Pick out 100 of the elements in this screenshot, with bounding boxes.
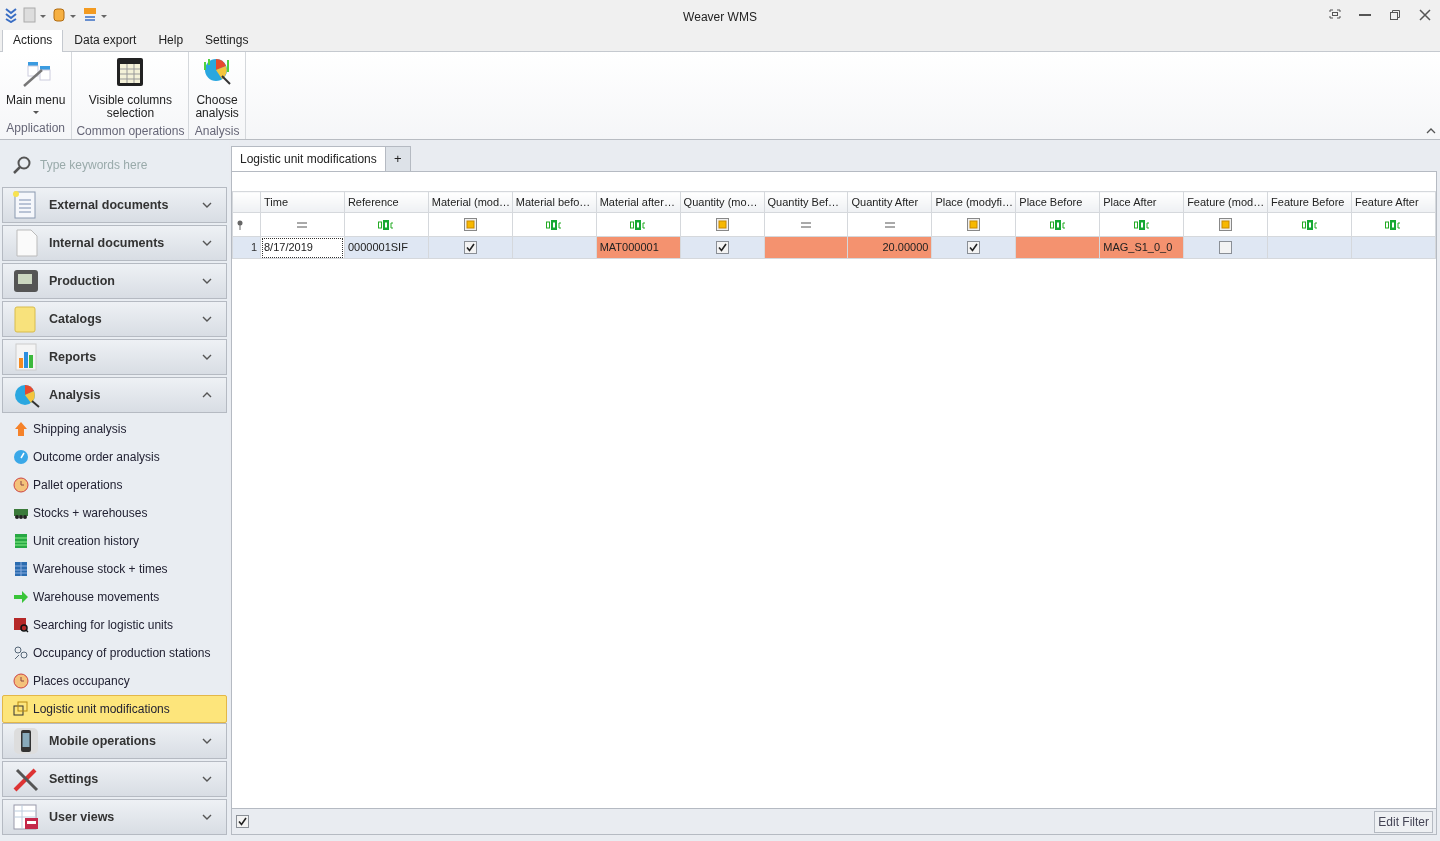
- checkbox[interactable]: [463, 241, 477, 254]
- text-filter-icon: [546, 219, 563, 230]
- minimize-icon: [1359, 14, 1371, 16]
- ribbon-group-caption: Common operations: [75, 123, 186, 140]
- filter-cell[interactable]: [931, 212, 1016, 237]
- sidebar-group-header[interactable]: External documents: [2, 187, 227, 223]
- column-header[interactable]: Material befo…: [512, 191, 597, 213]
- collapse-ribbon-icon[interactable]: [1426, 127, 1436, 135]
- sidebar-group-header[interactable]: Analysis: [2, 377, 227, 413]
- text-filter-icon: [1385, 219, 1402, 230]
- checkbox-filter-icon: [1219, 218, 1233, 231]
- gauge-icon: [13, 449, 29, 465]
- search-icon: [12, 154, 32, 175]
- equals-icon: [800, 221, 812, 228]
- ribbon-tab[interactable]: Settings: [194, 27, 260, 52]
- ribbon-button[interactable]: Visible columns selection: [82, 52, 178, 120]
- checkbox-filter-icon: [967, 218, 981, 231]
- filter-cell[interactable]: [1351, 212, 1436, 237]
- text-filter-icon: [630, 219, 647, 230]
- chevron-icon: [202, 391, 212, 399]
- sidebar-group-header[interactable]: User views: [2, 799, 227, 835]
- column-header[interactable]: Feature After: [1351, 191, 1436, 213]
- ribbon-button[interactable]: Main menu: [0, 52, 72, 117]
- row-number: 1: [232, 236, 261, 259]
- column-header[interactable]: Quantity Bef…: [764, 191, 848, 213]
- column-header[interactable]: Feature Before: [1267, 191, 1352, 213]
- clock-icon: [13, 477, 29, 493]
- filter-cell[interactable]: [1099, 212, 1184, 237]
- column-header[interactable]: Quantity (mo…: [680, 191, 765, 213]
- column-header[interactable]: Reference: [344, 191, 429, 213]
- column-header[interactable]: Place (modyfi…: [931, 191, 1016, 213]
- sidebar-item[interactable]: Occupancy of production stations: [2, 639, 227, 667]
- chevron-icon: [202, 201, 212, 209]
- ribbon-tab[interactable]: Help: [147, 27, 195, 52]
- sidebar-group-header[interactable]: Settings: [2, 761, 227, 797]
- edit-filter-button[interactable]: Edit Filter: [1374, 810, 1433, 833]
- chevron-icon: [202, 315, 212, 323]
- sidebar-group-header[interactable]: Catalogs: [2, 301, 227, 337]
- filter-cell[interactable]: [680, 212, 765, 237]
- squares-icon: [13, 701, 29, 717]
- chevrons-icon[interactable]: [4, 7, 18, 23]
- sidebar-item[interactable]: Pallet operations: [2, 471, 227, 499]
- sidebar-item[interactable]: Shipping analysis: [2, 415, 227, 443]
- filter-cell[interactable]: [1267, 212, 1352, 237]
- column-header[interactable]: Place After: [1099, 191, 1184, 213]
- sidebar-item[interactable]: Stocks + warehouses: [2, 499, 227, 527]
- filter-cell[interactable]: [260, 212, 345, 237]
- column-header[interactable]: Material after…: [596, 191, 681, 213]
- sidebar-group-header[interactable]: Internal documents: [2, 225, 227, 261]
- column-header[interactable]: Feature (mod…: [1183, 191, 1268, 213]
- column-header[interactable]: Time: [260, 191, 345, 213]
- column-header[interactable]: Quantity After: [847, 191, 932, 213]
- column-header[interactable]: Place Before: [1015, 191, 1100, 213]
- checkbox-filter-icon: [463, 218, 477, 231]
- sidebar-item[interactable]: Logistic unit modifications: [2, 695, 227, 723]
- sidebar-item[interactable]: Warehouse movements: [2, 583, 227, 611]
- sidebar-item[interactable]: Places occupancy: [2, 667, 227, 695]
- sidebar-item[interactable]: Unit creation history: [2, 527, 227, 555]
- new-tab-button[interactable]: +: [384, 146, 411, 171]
- checkbox[interactable]: [1219, 241, 1233, 254]
- checkbox[interactable]: [967, 241, 981, 254]
- arrow-up-icon: [13, 421, 29, 437]
- checkbox[interactable]: [236, 815, 249, 828]
- floppy-table-icon: [11, 802, 41, 832]
- window-title: Weaver WMS: [683, 9, 757, 26]
- sidebar-group-header[interactable]: Mobile operations: [2, 723, 227, 759]
- sidebar-group-header[interactable]: Reports: [2, 339, 227, 375]
- sidebar-item[interactable]: Searching for logistic units: [2, 611, 227, 639]
- filter-cell[interactable]: [596, 212, 681, 237]
- chevron-icon: [202, 239, 212, 247]
- document-tab[interactable]: Logistic unit modifications: [231, 146, 386, 171]
- fullscreen-icon: [1328, 8, 1342, 22]
- ribbon-button[interactable]: Choose analysis: [189, 52, 245, 120]
- chevron-icon: [202, 353, 212, 361]
- chevron-icon: [202, 813, 212, 821]
- column-header[interactable]: Material (mod…: [428, 191, 513, 213]
- filter-cell[interactable]: [1183, 212, 1268, 237]
- table-grid-icon: [13, 561, 29, 577]
- sidebar-item[interactable]: Warehouse stock + times: [2, 555, 227, 583]
- chevron-icon: [202, 277, 212, 285]
- filter-cell[interactable]: [344, 212, 429, 237]
- text-filter-icon: [378, 219, 395, 230]
- pin-icon: [236, 219, 244, 230]
- document-dropdown-icon[interactable]: [22, 7, 48, 23]
- filter-cell[interactable]: [847, 212, 932, 237]
- checkbox[interactable]: [715, 241, 729, 254]
- ribbon-group-caption: Analysis: [193, 123, 241, 140]
- filter-cell[interactable]: [512, 212, 597, 237]
- ribbon-tab[interactable]: Data export: [63, 27, 148, 52]
- filter-cell[interactable]: [1015, 212, 1100, 237]
- sidebar-group-header[interactable]: Production: [2, 263, 227, 299]
- equals-icon: [883, 221, 896, 228]
- filter-cell[interactable]: [428, 212, 513, 237]
- sidebar-item[interactable]: Outcome order analysis: [2, 443, 227, 471]
- filter-cell[interactable]: [764, 212, 848, 237]
- restore-icon: [1388, 8, 1402, 22]
- search-field[interactable]: Type keywords here: [38, 154, 218, 175]
- arrow-right-icon: [13, 589, 29, 605]
- equals-icon: [296, 221, 309, 228]
- text-filter-icon: [1049, 219, 1066, 230]
